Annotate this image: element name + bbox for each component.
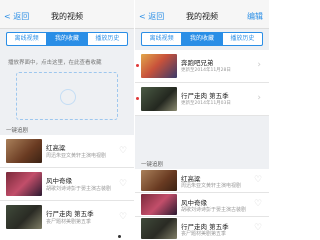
item-title: 奔跑吧兄弟 bbox=[181, 59, 214, 67]
nav-bar: < 返回 我的视频 bbox=[0, 6, 134, 29]
item-title: 风中奇缘 bbox=[46, 177, 72, 185]
item-update: 更新至2014年11月28日 bbox=[181, 68, 231, 73]
heart-icon[interactable]: ♡ bbox=[253, 175, 263, 185]
tab-history[interactable]: 播放历史 bbox=[221, 33, 262, 45]
right-screen: < 返回 我的视频 编辑 离线视频 我的收藏 播放历史 奔跑吧兄弟 更新至201… bbox=[135, 0, 269, 240]
favorite-item[interactable]: 奔跑吧兄弟 更新至2014年11月28日 › bbox=[135, 50, 269, 83]
page-title: 我的视频 bbox=[51, 12, 83, 21]
heart-icon[interactable]: ♡ bbox=[253, 199, 263, 209]
thumbnail bbox=[6, 172, 42, 196]
heart-icon[interactable]: ♡ bbox=[253, 223, 263, 233]
list-item[interactable]: 风中奇缘 胡歌刘诗诗彭于晏主演古装剧 ♡ bbox=[0, 168, 134, 201]
tab-favorites[interactable]: 我的收藏 bbox=[46, 33, 87, 45]
list-item[interactable]: 行尸走肉 第五季 丧尸题材美剧第五季 ♡ bbox=[0, 201, 134, 235]
edit-button[interactable]: 编辑 bbox=[247, 11, 263, 22]
play-icon bbox=[60, 89, 76, 105]
item-title: 红高粱 bbox=[46, 144, 66, 152]
footer bbox=[0, 234, 134, 240]
item-description: 胡歌刘诗诗彭于晏主演古装剧 bbox=[46, 186, 112, 192]
section-title: 一键追剧 bbox=[141, 162, 164, 168]
left-screen: < 返回 我的视频 离线视频 我的收藏 播放历史 播放界面中，点击这里，在此查看… bbox=[0, 0, 134, 240]
nav-bar: < 返回 我的视频 编辑 bbox=[135, 6, 269, 29]
tab-history[interactable]: 播放历史 bbox=[86, 33, 127, 45]
page-indicator bbox=[118, 235, 121, 238]
item-description: 丧尸题材美剧第五季 bbox=[181, 231, 227, 237]
heart-icon[interactable]: ♡ bbox=[118, 212, 128, 222]
empty-hint: 播放界面中，点击这里，在此查看收藏 bbox=[8, 60, 102, 66]
heart-icon[interactable]: ♡ bbox=[118, 146, 128, 156]
tab-offline[interactable]: 离线视频 bbox=[142, 33, 181, 45]
item-description: 丧尸题材美剧第五季 bbox=[46, 219, 92, 225]
thumbnail bbox=[141, 54, 177, 78]
thumbnail bbox=[6, 139, 42, 163]
thumbnail bbox=[141, 194, 177, 215]
list-item[interactable]: 红高粱 周迅朱亚文黄轩主演电视剧 ♡ bbox=[135, 169, 269, 193]
item-description: 周迅朱亚文黄轩主演电视剧 bbox=[181, 183, 242, 189]
section-title: 一键追剧 bbox=[6, 128, 29, 134]
item-title: 行尸走肉 第五季 bbox=[46, 210, 94, 218]
empty-placeholder bbox=[16, 72, 118, 120]
thumbnail bbox=[6, 205, 42, 229]
tab-offline[interactable]: 离线视频 bbox=[7, 33, 46, 45]
item-update: 更新至2014年11月03日 bbox=[181, 101, 231, 106]
tab-favorites[interactable]: 我的收藏 bbox=[181, 33, 222, 45]
segmented-tabs: 离线视频 我的收藏 播放历史 bbox=[141, 32, 263, 46]
new-badge bbox=[136, 97, 139, 100]
chevron-right-icon: › bbox=[257, 60, 261, 70]
chevron-right-icon: › bbox=[257, 93, 261, 103]
item-description: 周迅朱亚文黄轩主演电视剧 bbox=[46, 153, 107, 159]
thumbnail bbox=[141, 218, 177, 239]
list-item[interactable]: 行尸走肉 第五季 丧尸题材美剧第五季 ♡ bbox=[135, 217, 269, 240]
list-item[interactable]: 红高粱 周迅朱亚文黄轩主演电视剧 ♡ bbox=[0, 135, 134, 168]
item-description: 胡歌刘诗诗彭于晏主演古装剧 bbox=[181, 207, 247, 213]
item-title: 行尸走肉 第五季 bbox=[181, 92, 229, 100]
heart-icon[interactable]: ♡ bbox=[118, 179, 128, 189]
thumbnail bbox=[141, 87, 177, 111]
thumbnail bbox=[141, 170, 177, 191]
favorite-item[interactable]: 行尸走肉 第五季 更新至2014年11月03日 › bbox=[135, 83, 269, 116]
segmented-tabs: 离线视频 我的收藏 播放历史 bbox=[6, 32, 128, 46]
new-badge bbox=[136, 64, 139, 67]
list-item[interactable]: 风中奇缘 胡歌刘诗诗彭于晏主演古装剧 ♡ bbox=[135, 193, 269, 217]
